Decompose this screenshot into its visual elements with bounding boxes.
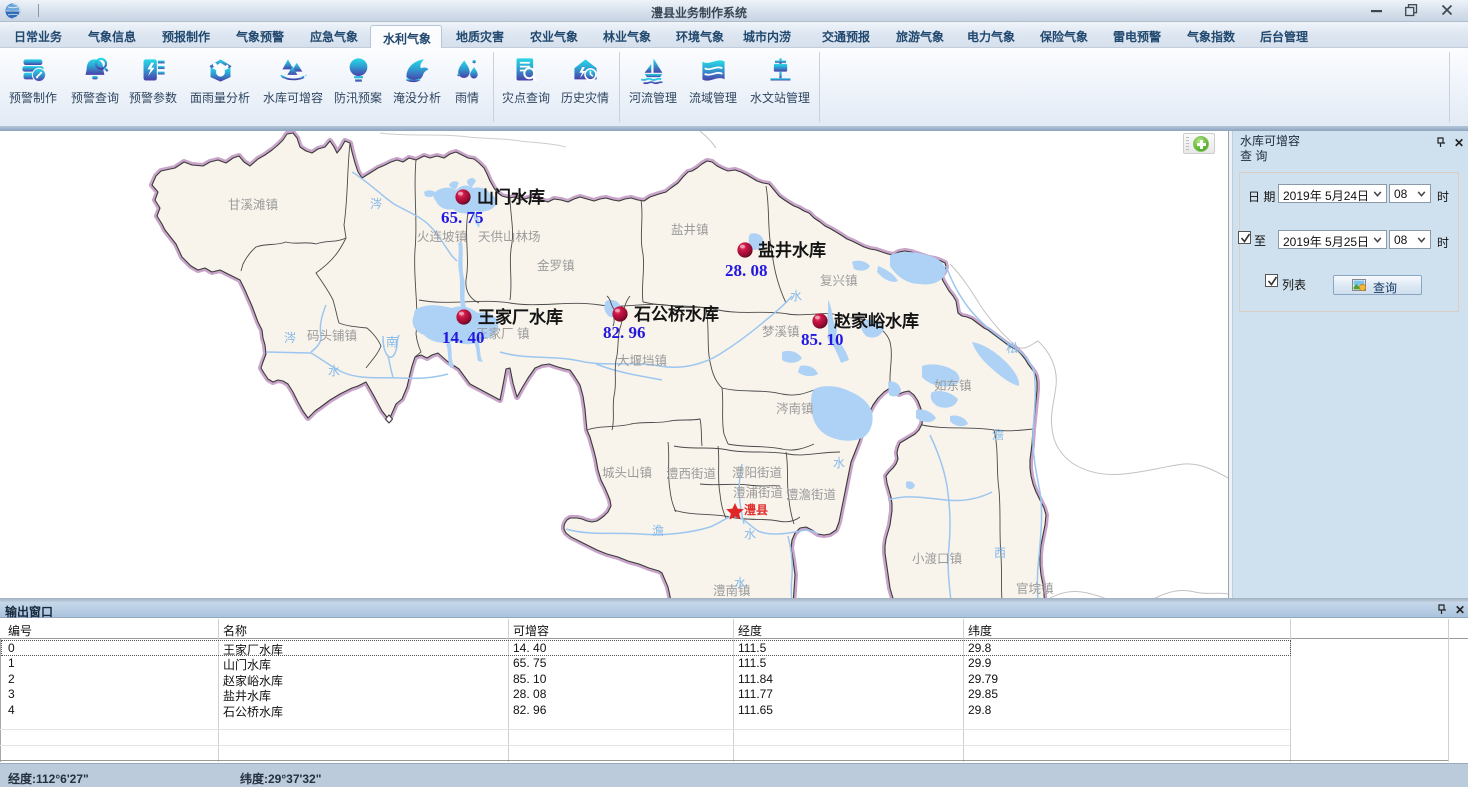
svg-text:65. 75: 65. 75: [441, 208, 484, 227]
svg-text:官垸镇: 官垸镇: [1016, 581, 1054, 596]
svg-text:梦溪镇: 梦溪镇: [762, 325, 800, 339]
svg-text:天供山林场: 天供山林场: [478, 230, 541, 244]
svg-text:小渡口镇: 小渡口镇: [912, 551, 962, 566]
svg-text:水: 水: [833, 456, 845, 470]
svg-text:涔南镇: 涔南镇: [776, 401, 814, 416]
svg-text:涔: 涔: [284, 331, 296, 345]
svg-text:石公桥水库: 石公桥水库: [633, 304, 719, 324]
svg-text:南: 南: [386, 334, 398, 349]
svg-text:西: 西: [994, 546, 1006, 560]
svg-text:金罗镇: 金罗镇: [537, 258, 575, 273]
svg-text:水: 水: [790, 289, 802, 303]
svg-text:水: 水: [734, 576, 746, 590]
svg-text:大堰垱镇: 大堰垱镇: [617, 354, 667, 368]
svg-text:如东镇: 如东镇: [934, 378, 972, 393]
svg-text:城头山镇: 城头山镇: [602, 466, 652, 480]
svg-text:复兴镇: 复兴镇: [820, 274, 858, 288]
svg-text:山门水库: 山门水库: [477, 187, 545, 207]
svg-text:澹: 澹: [652, 524, 664, 538]
svg-text:甘溪滩镇: 甘溪滩镇: [228, 198, 278, 212]
svg-text:28. 08: 28. 08: [725, 261, 768, 280]
svg-text:澧澹街道: 澧澹街道: [786, 488, 837, 502]
svg-text:澧阳街道: 澧阳街道: [732, 466, 783, 480]
svg-text:赵家峪水库: 赵家峪水库: [833, 311, 919, 331]
svg-text:王家厂水库: 王家厂水库: [478, 307, 563, 327]
svg-text:涔: 涔: [370, 197, 382, 211]
svg-text:盐井水库: 盐井水库: [758, 240, 826, 260]
svg-text:盐井镇: 盐井镇: [671, 223, 709, 237]
svg-text:澧西街道: 澧西街道: [666, 467, 717, 481]
svg-text:澧浦街道: 澧浦街道: [733, 486, 784, 500]
svg-text:码头铺镇: 码头铺镇: [307, 329, 357, 343]
svg-text:澧县: 澧县: [744, 502, 768, 517]
svg-text:松: 松: [1006, 341, 1018, 355]
svg-text:水: 水: [744, 527, 756, 541]
svg-text:澹: 澹: [992, 428, 1004, 442]
svg-text:14. 40: 14. 40: [442, 328, 485, 347]
svg-text:85. 10: 85. 10: [801, 330, 844, 349]
svg-text:火连坡镇: 火连坡镇: [417, 229, 467, 244]
svg-text:82. 96: 82. 96: [603, 323, 646, 342]
svg-text:水: 水: [328, 364, 340, 378]
